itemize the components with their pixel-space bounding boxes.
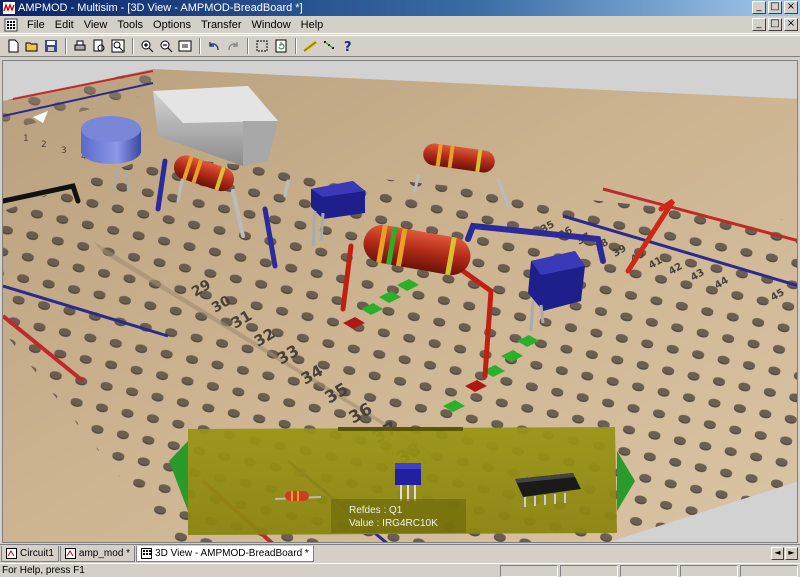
menu-view[interactable]: View	[79, 19, 113, 31]
status-pane	[680, 565, 738, 577]
maximize-button[interactable]: □	[768, 1, 782, 14]
document-tab-bar: Circuit1 amp_mod * 3D View - AMPMOD-Brea…	[0, 544, 800, 562]
tab-label: 3D View - AMPMOD-BreadBoard *	[155, 548, 309, 559]
schematic-icon	[64, 548, 76, 559]
multisim-app-icon[interactable]	[3, 2, 15, 14]
zoom-area-icon[interactable]	[109, 37, 127, 55]
status-bar: For Help, press F1	[0, 563, 800, 577]
tab-label: Circuit1	[20, 548, 54, 559]
minimize-button[interactable]: _	[752, 1, 766, 14]
status-text: For Help, press F1	[2, 565, 85, 576]
status-pane	[740, 565, 798, 577]
connect-icon[interactable]	[320, 37, 338, 55]
document-menu-icon[interactable]	[4, 18, 18, 32]
tab-label: amp_mod *	[78, 548, 131, 559]
capacitor[interactable]	[81, 116, 141, 164]
zoom-in-icon[interactable]	[138, 37, 156, 55]
breadboard-icon	[141, 548, 153, 559]
child-restore-button[interactable]: □	[768, 18, 782, 31]
tab-circuit1[interactable]: Circuit1	[1, 546, 59, 562]
zoom-fit-icon[interactable]	[176, 37, 194, 55]
child-minimize-button[interactable]: _	[752, 18, 766, 31]
svg-text:3: 3	[61, 146, 67, 156]
close-button[interactable]: ×	[784, 1, 798, 14]
new-icon[interactable]	[4, 37, 22, 55]
toolbar-separator	[132, 38, 134, 54]
menu-options[interactable]: Options	[148, 19, 196, 31]
breadboard-scene[interactable]: 29 30 31 32 33 34 35 36 37 38 35 36 37 3…	[3, 61, 798, 543]
toolbar-separator	[295, 38, 297, 54]
select-area-icon[interactable]	[253, 37, 271, 55]
menu-edit[interactable]: Edit	[50, 19, 79, 31]
tray-value: Value : IRG4RC10K	[349, 518, 438, 529]
tray-refdes: Refdes : Q1	[349, 505, 403, 516]
window-title: AMPMOD - Multisim - [3D View - AMPMOD-Br…	[18, 2, 303, 14]
toolbar: ?	[0, 35, 800, 57]
undo-icon[interactable]	[205, 37, 223, 55]
menu-bar: File Edit View Tools Options Transfer Wi…	[0, 16, 800, 34]
status-pane	[620, 565, 678, 577]
breadboard-3d-view[interactable]: 29 30 31 32 33 34 35 36 37 38 35 36 37 3…	[2, 60, 798, 543]
redo-icon[interactable]	[224, 37, 242, 55]
svg-text:?: ?	[344, 40, 352, 53]
schematic-icon	[6, 548, 17, 559]
open-icon[interactable]	[23, 37, 41, 55]
menu-window[interactable]: Window	[247, 19, 296, 31]
toolbar-separator	[65, 38, 67, 54]
svg-text:2: 2	[41, 140, 47, 150]
title-bar: AMPMOD - Multisim - [3D View - AMPMOD-Br…	[0, 0, 800, 16]
print-icon[interactable]	[71, 37, 89, 55]
help-icon[interactable]: ?	[339, 37, 357, 55]
menu-help[interactable]: Help	[296, 19, 329, 31]
toolbar-separator	[199, 38, 201, 54]
wire-icon[interactable]	[301, 37, 319, 55]
child-close-button[interactable]: ×	[784, 18, 798, 31]
print-preview-icon[interactable]	[90, 37, 108, 55]
status-pane	[560, 565, 618, 577]
tab-3d-view[interactable]: 3D View - AMPMOD-BreadBoard *	[136, 546, 314, 562]
refresh-icon[interactable]	[272, 37, 290, 55]
status-pane	[500, 565, 558, 577]
tab-scroll-right-button[interactable]: ►	[785, 547, 798, 560]
zoom-out-icon[interactable]	[157, 37, 175, 55]
component-tray[interactable]: Refdes : Q1 Value : IRG4RC10K	[169, 427, 635, 535]
toolbar-separator	[247, 38, 249, 54]
menu-transfer[interactable]: Transfer	[196, 19, 247, 31]
menu-tools[interactable]: Tools	[112, 19, 148, 31]
tab-amp-mod[interactable]: amp_mod *	[59, 546, 136, 562]
svg-text:1: 1	[23, 134, 29, 144]
menu-file[interactable]: File	[22, 19, 50, 31]
save-icon[interactable]	[42, 37, 60, 55]
tab-scroll-left-button[interactable]: ◄	[771, 547, 784, 560]
